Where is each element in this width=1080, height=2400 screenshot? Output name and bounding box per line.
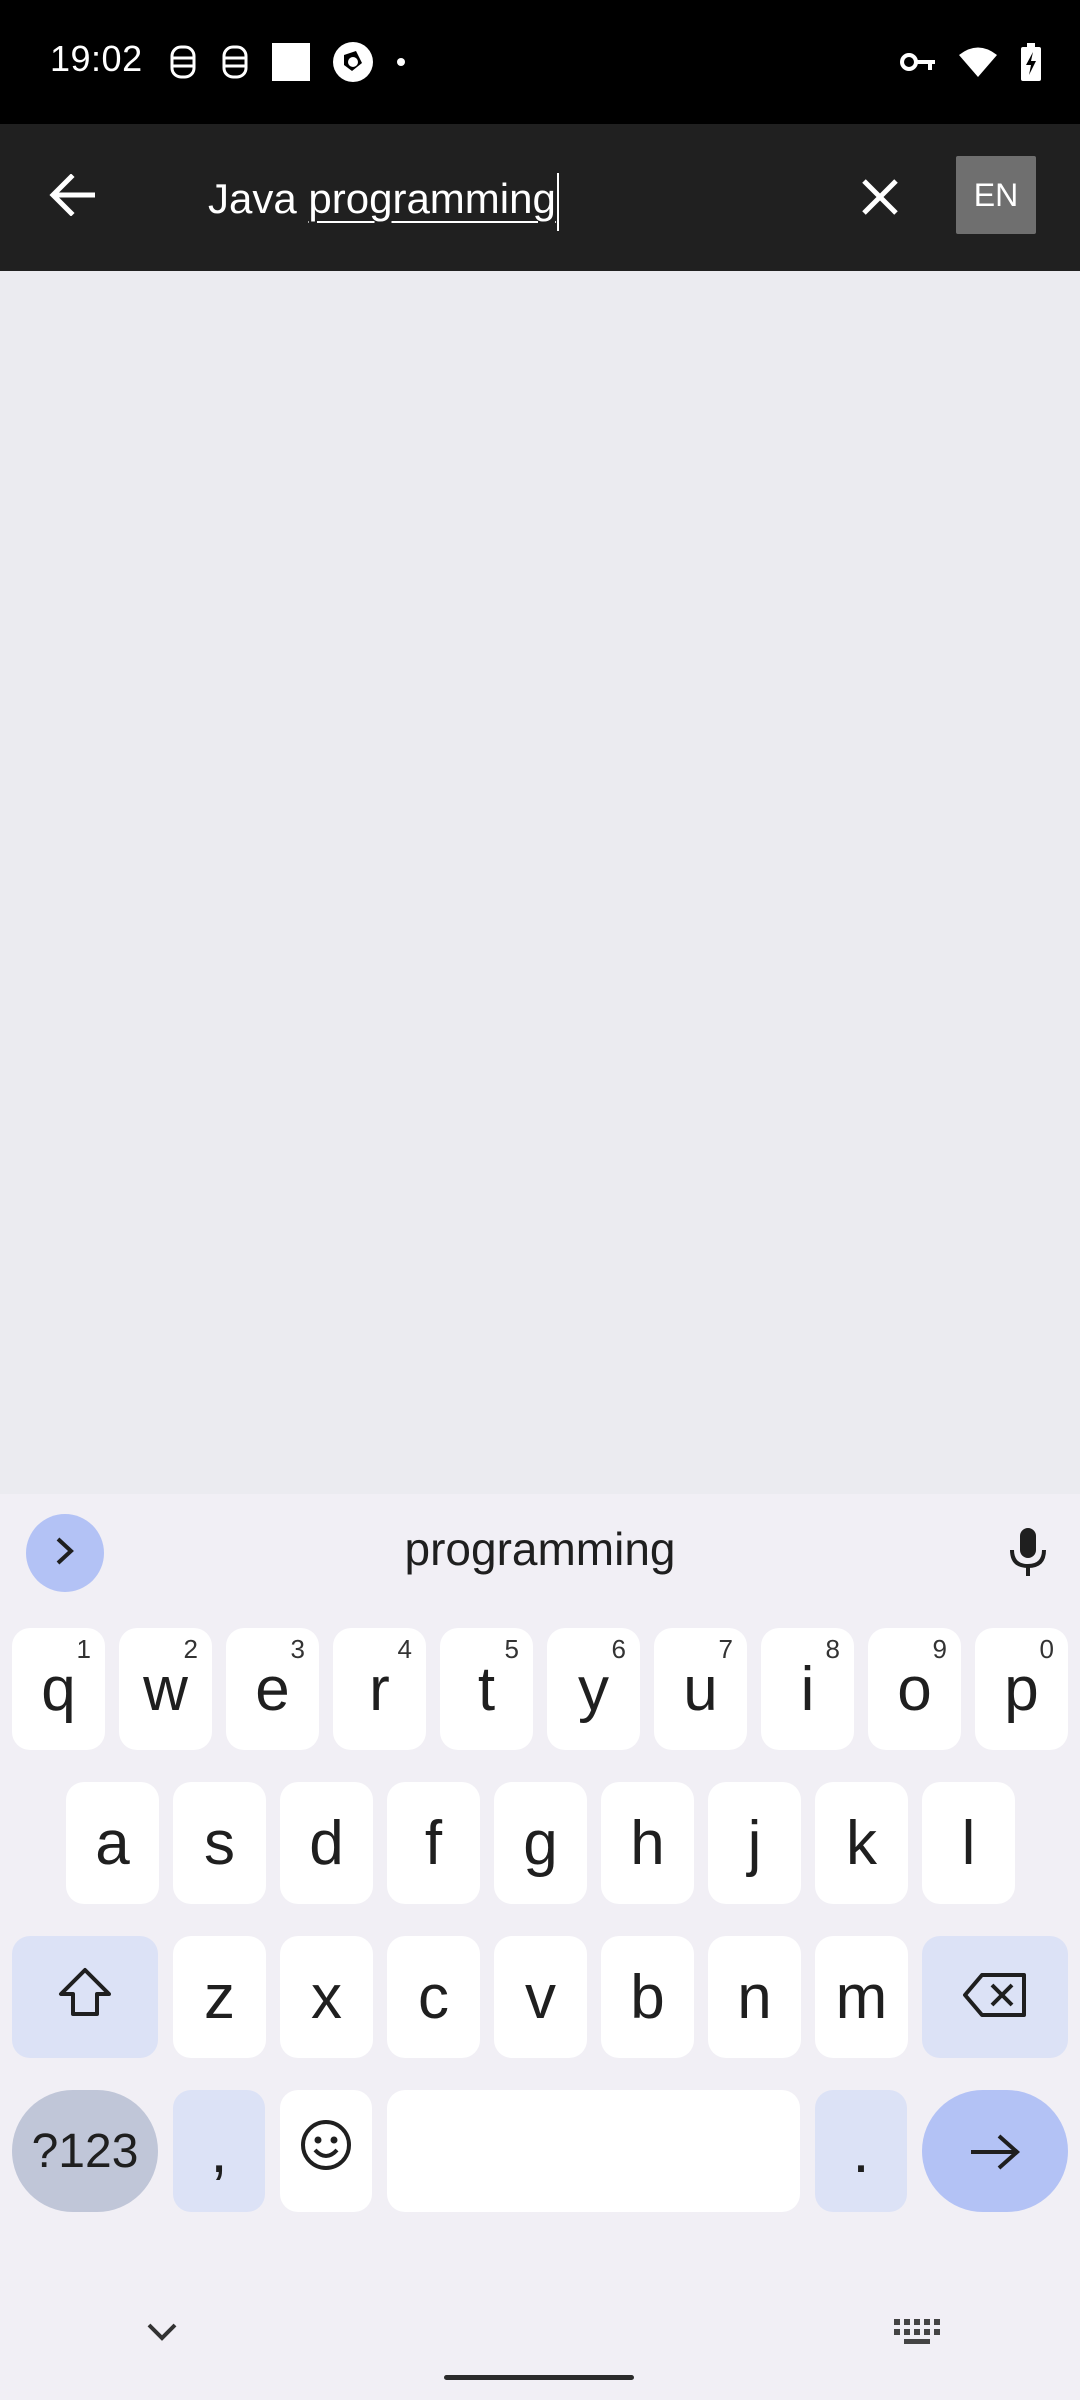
key-y[interactable]: y6 [547,1628,640,1750]
key-hint: 7 [718,1634,733,1664]
key-hint: 3 [290,1634,305,1664]
emoji-key[interactable] [280,2090,372,2212]
backspace-key[interactable] [922,1936,1068,2058]
key-l[interactable]: l [922,1782,1015,1904]
key-x[interactable]: x [280,1936,373,2058]
key-t[interactable]: t5 [440,1628,533,1750]
shift-icon [57,1962,113,2033]
space-key[interactable] [387,2090,800,2212]
keyboard-expand-button[interactable] [26,1514,104,1592]
key-m[interactable]: m [815,1936,908,2058]
language-button[interactable]: EN [956,156,1036,234]
key-j[interactable]: j [708,1782,801,1904]
key-b[interactable]: b [601,1936,694,2058]
key-k[interactable]: k [815,1782,908,1904]
key-hint: 8 [825,1634,840,1664]
search-composing-word: programming [308,175,556,222]
key-label: p [1004,1654,1039,1724]
home-indicator[interactable] [444,2375,634,2380]
key-p[interactable]: p0 [975,1628,1068,1750]
period-key[interactable]: . [815,2090,907,2212]
key-d[interactable]: d [280,1782,373,1904]
notification-icon-2 [220,45,250,79]
key-label: y [578,1654,609,1724]
key-hint: 9 [932,1634,947,1664]
voice-input-button[interactable] [996,1518,1060,1590]
key-hint: 5 [504,1634,519,1664]
key-label: o [897,1654,932,1724]
key-f[interactable]: f [387,1782,480,1904]
key-e[interactable]: e3 [226,1628,319,1750]
key-label: i [800,1654,815,1724]
suggestion-strip: programming [0,1494,1080,1606]
keyboard-icon [894,2318,940,2350]
word-suggestion[interactable]: programming [280,1522,800,1576]
key-hint: 1 [76,1634,91,1664]
arrow-right-icon [969,2116,1021,2187]
key-label: w [143,1654,188,1724]
emoji-icon [299,2116,353,2187]
hide-keyboard-button[interactable] [140,2316,184,2352]
search-app-bar: Java programming EN [0,124,1080,271]
key-r[interactable]: r4 [333,1628,426,1750]
key-hint: 4 [397,1634,412,1664]
status-time: 19:02 [50,38,143,79]
key-z[interactable]: z [173,1936,266,2058]
key-hint: 2 [183,1634,198,1664]
notification-icon-1 [168,45,198,79]
key-s[interactable]: s [173,1782,266,1904]
key-label: q [41,1654,76,1724]
enter-key[interactable] [922,2090,1068,2212]
key-label: r [369,1654,390,1724]
battery-charging-icon [1020,43,1042,81]
arrow-left-icon [49,172,97,221]
back-button[interactable] [40,164,106,230]
content-area [0,271,1080,1494]
key-g[interactable]: g [494,1782,587,1904]
key-n[interactable]: n [708,1936,801,2058]
close-icon [860,177,900,222]
shift-key[interactable] [12,1936,158,2058]
vpn-key-icon [900,51,936,73]
square-notification-icon [272,43,310,81]
key-label: t [477,1654,496,1724]
clear-search-button[interactable] [848,164,912,234]
key-w[interactable]: w2 [119,1628,212,1750]
key-q[interactable]: q1 [12,1628,105,1750]
key-h[interactable]: h [601,1782,694,1904]
key-i[interactable]: i8 [761,1628,854,1750]
search-input[interactable]: Java programming [208,164,828,234]
chevron-right-icon [53,1535,77,1572]
symbols-key[interactable]: ?123 [12,2090,158,2212]
key-label: e [255,1654,290,1724]
microphone-icon [1008,1526,1048,1583]
key-hint: 6 [611,1634,626,1664]
search-text: Java [208,175,309,222]
key-o[interactable]: o9 [868,1628,961,1750]
text-cursor [556,172,559,231]
wifi-icon [958,46,998,78]
camera-aperture-icon [332,41,374,83]
switch-keyboard-button[interactable] [892,2316,942,2352]
key-v[interactable]: v [494,1936,587,2058]
backspace-icon [962,1962,1028,2033]
status-bar: 19:02 [0,0,1080,124]
dot-more-icon [396,57,406,67]
key-u[interactable]: u7 [654,1628,747,1750]
key-hint: 0 [1039,1634,1054,1664]
status-notification-icons [168,38,406,86]
key-a[interactable]: a [66,1782,159,1904]
comma-key[interactable]: , [173,2090,265,2212]
status-system-icons [900,38,1042,86]
chevron-down-icon [146,2322,178,2347]
key-c[interactable]: c [387,1936,480,2058]
key-label: u [683,1654,718,1724]
